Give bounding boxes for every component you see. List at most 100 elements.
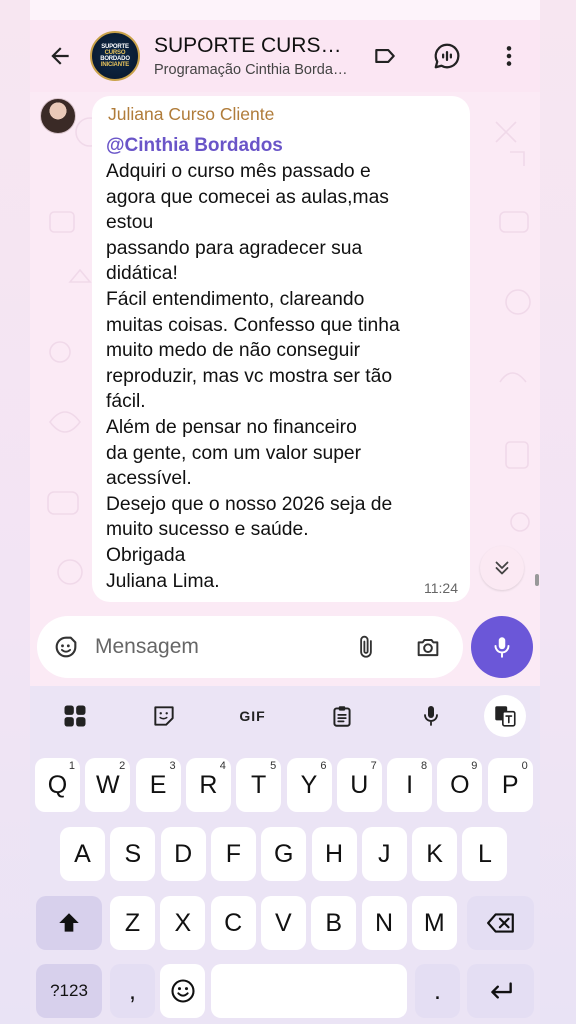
chat-header: SUPORTE CURSO BORDADO INICIANTE SUPORTE … xyxy=(30,20,540,92)
key-hint: 1 xyxy=(68,760,75,772)
key-hint: 7 xyxy=(370,760,377,772)
key-hint: 8 xyxy=(420,760,428,772)
key-v[interactable]: V xyxy=(260,896,306,950)
key-o[interactable]: O9 xyxy=(437,758,483,812)
message-input[interactable] xyxy=(95,627,335,667)
key-b[interactable]: B xyxy=(311,896,357,950)
space-key[interactable] xyxy=(211,964,407,1018)
backspace-icon xyxy=(486,913,514,933)
key-r[interactable]: R4 xyxy=(185,758,231,812)
shift-icon xyxy=(59,913,79,932)
back-button[interactable] xyxy=(30,20,90,92)
key-x[interactable]: X xyxy=(160,896,206,950)
key-label: Z xyxy=(124,908,141,937)
back-arrow-icon xyxy=(51,47,69,65)
message-bubble[interactable]: Juliana Curso Cliente @Cinthia Bordados … xyxy=(92,96,470,602)
group-avatar[interactable]: SUPORTE CURSO BORDADO INICIANTE xyxy=(90,31,140,81)
key-q[interactable]: Q1 xyxy=(35,758,80,812)
gif-icon: GIF xyxy=(239,708,266,724)
key-label: U xyxy=(350,770,369,799)
keyboard-clipboard-button[interactable] xyxy=(297,686,386,746)
sender-avatar[interactable] xyxy=(40,98,76,134)
key-c[interactable]: C xyxy=(210,896,256,950)
sender-name[interactable]: Juliana Curso Cliente xyxy=(108,104,456,125)
chat-subtitle: Programação Cinthia Bordados xyxy=(154,62,354,78)
key-label: F xyxy=(225,839,242,868)
chat-title-block[interactable]: SUPORTE CURSO BORDADO INICIANTE Programa… xyxy=(154,34,354,78)
message-list[interactable]: Juliana Curso Cliente @Cinthia Bordados … xyxy=(30,92,540,612)
mention-link[interactable]: @Cinthia Bordados xyxy=(106,135,456,157)
enter-icon xyxy=(490,982,512,999)
emoji-key[interactable] xyxy=(160,964,205,1018)
keyboard-apps-button[interactable] xyxy=(30,686,119,746)
more-options-button[interactable] xyxy=(478,20,540,92)
keyboard-sticker-button[interactable] xyxy=(119,686,208,746)
message-composer xyxy=(37,616,463,678)
key-label: I xyxy=(406,770,414,799)
clipboard-icon xyxy=(332,706,351,727)
key-label: L xyxy=(477,839,492,868)
key-hint: 5 xyxy=(270,760,277,772)
key-hint: 9 xyxy=(471,760,478,772)
sticker-icon xyxy=(153,706,174,726)
key-p[interactable]: P0 xyxy=(487,758,533,812)
key-a[interactable]: A xyxy=(60,827,105,881)
key-j[interactable]: J xyxy=(361,827,407,881)
key-w[interactable]: W2 xyxy=(85,758,131,812)
camera-button[interactable] xyxy=(397,616,459,678)
key-f[interactable]: F xyxy=(210,827,256,881)
more-vert-icon xyxy=(506,46,512,66)
key-hint: 6 xyxy=(320,760,327,772)
key-k[interactable]: K xyxy=(412,827,458,881)
key-s[interactable]: S xyxy=(110,827,156,881)
key-label: Q xyxy=(47,770,68,799)
key-e[interactable]: E3 xyxy=(135,758,181,812)
key-label: ?123 xyxy=(50,981,88,1000)
scrollbar[interactable] xyxy=(535,574,539,586)
voice-message-button[interactable] xyxy=(471,616,533,678)
shift-key[interactable] xyxy=(36,896,102,950)
key-i[interactable]: I8 xyxy=(387,758,433,812)
key-d[interactable]: D xyxy=(160,827,206,881)
key-hint: 4 xyxy=(219,760,226,772)
key-label: D xyxy=(174,839,193,868)
key-t[interactable]: T5 xyxy=(236,758,282,812)
enter-key[interactable] xyxy=(467,964,534,1018)
mic-icon xyxy=(494,637,510,658)
key-g[interactable]: G xyxy=(261,827,307,881)
voice-chat-icon xyxy=(434,43,460,69)
keyboard-translate-button[interactable] xyxy=(475,686,535,746)
emoji-sticker-button[interactable] xyxy=(37,616,95,678)
scroll-to-bottom-button[interactable] xyxy=(480,546,524,590)
message-text: Adquiri o curso mês passado e agora que … xyxy=(106,161,400,592)
key-u[interactable]: U7 xyxy=(336,758,382,812)
key-h[interactable]: H xyxy=(311,827,357,881)
key-label: B xyxy=(325,908,343,937)
key-label: X xyxy=(174,908,192,937)
key-hint: 0 xyxy=(521,760,528,772)
voice-chat-button[interactable] xyxy=(416,20,478,92)
keyboard-voice-button[interactable] xyxy=(386,686,475,746)
key-y[interactable]: Y6 xyxy=(286,758,332,812)
key-n[interactable]: N xyxy=(361,896,407,950)
key-m[interactable]: M xyxy=(411,896,457,950)
key-l[interactable]: L xyxy=(462,827,508,881)
symbols-key[interactable]: ?123 xyxy=(36,964,102,1018)
period-key[interactable]: . xyxy=(415,964,460,1018)
mic-icon xyxy=(423,706,438,726)
key-label: K xyxy=(426,839,443,868)
key-label: T xyxy=(251,770,267,799)
attach-button[interactable] xyxy=(335,616,397,678)
paperclip-icon xyxy=(360,635,372,658)
keyboard-gif-button[interactable]: GIF xyxy=(208,686,297,746)
label-button[interactable] xyxy=(354,20,416,92)
translate-chip xyxy=(484,695,526,737)
key-label: M xyxy=(423,908,445,937)
backspace-key[interactable] xyxy=(467,896,534,950)
header-actions xyxy=(354,20,540,92)
key-label: E xyxy=(149,770,167,799)
comma-key[interactable]: , xyxy=(110,964,155,1018)
key-z[interactable]: Z xyxy=(110,896,155,950)
key-label: J xyxy=(378,839,391,868)
key-label: V xyxy=(275,908,292,937)
